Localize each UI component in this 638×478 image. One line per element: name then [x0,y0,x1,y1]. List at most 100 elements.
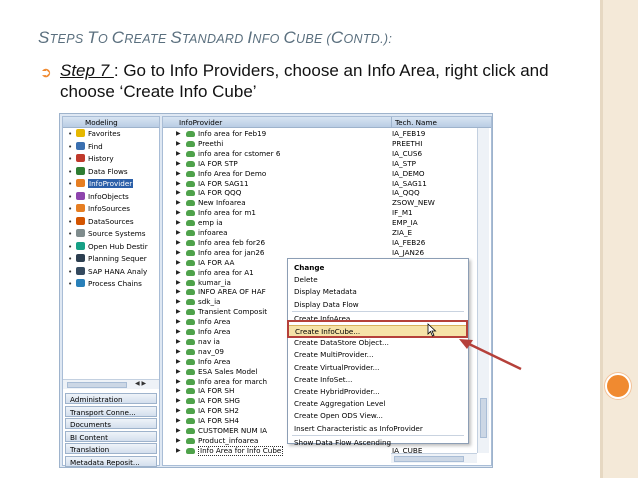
dataflow-icon [76,166,85,175]
tree-vscroll[interactable] [477,128,489,453]
scroll-thumb[interactable] [67,382,127,388]
scroll-thumb[interactable] [394,456,464,462]
modeling-item-datasources[interactable]: • DataSources [63,216,159,229]
tree-row[interactable]: ▶ IA FOR STP IA_STP [163,159,491,169]
expand-arrow-icon[interactable]: ▶ [176,287,181,297]
expand-arrow-icon[interactable]: ▶ [176,208,181,218]
expand-arrow-icon[interactable]: ▶ [176,218,181,228]
tree-row[interactable]: ▶ Info area for jan26 IA_JAN26 [163,248,491,258]
tree-bullet: • [68,141,73,151]
modeling-item-infoprovider[interactable]: • InfoProvider [63,178,159,191]
tree-row[interactable]: ▶ emp ia EMP_IA [163,218,491,228]
tree-row[interactable]: ▶ Info area for m1 IF_M1 [163,208,491,218]
expand-arrow-icon[interactable]: ▶ [176,149,181,159]
expand-arrow-icon[interactable]: ▶ [176,258,181,268]
modeling-item-favorites[interactable]: • Favorites [63,128,159,141]
menu-item-change[interactable]: Change [288,262,468,274]
menu-item-create-datastore-object[interactable]: Create DataStore Object... [288,337,468,349]
tree-row[interactable]: ▶ info area for cstomer 6 IA_CUS6 [163,149,491,159]
step-description: : Go to Info Providers, choose an Info A… [60,61,549,101]
tree-row[interactable]: ▶ Info area for Feb19 IA_FEB19 [163,129,491,139]
tree-row[interactable]: ▶ Preethi PREETHI [163,139,491,149]
nav-button-administration[interactable]: Administration [65,393,157,404]
expand-arrow-icon[interactable]: ▶ [176,169,181,179]
expand-arrow-icon[interactable]: ▶ [176,179,181,189]
expand-arrow-icon[interactable]: ▶ [176,426,181,436]
menu-item-display-data-flow[interactable]: Display Data Flow [288,299,468,311]
expand-arrow-icon[interactable]: ▶ [176,278,181,288]
tree-row[interactable]: ▶ New Infoarea ZSOW_NEW [163,198,491,208]
menu-item-create-hybridprovider[interactable]: Create HybridProvider... [288,386,468,398]
nav-button-documents[interactable]: Documents [65,418,157,429]
expand-arrow-icon[interactable]: ▶ [176,307,181,317]
col-tech-name[interactable]: Tech. Name [391,117,477,128]
expand-arrow-icon[interactable]: ▶ [176,327,181,337]
menu-item-show-data-flow-ascending[interactable]: Show Data Flow Ascending [288,437,468,449]
tech-name: IA_JAN26 [392,247,425,257]
modeling-item-source-systems[interactable]: • Source Systems [63,228,159,241]
expand-arrow-icon[interactable]: ▶ [176,317,181,327]
expand-arrow-icon[interactable]: ▶ [176,396,181,406]
nav-button-bi-content[interactable]: BI Content [65,430,157,442]
nav-button-metadata-reposit[interactable]: Metadata Reposit... [65,455,157,467]
menu-item-create-aggregation-level[interactable]: Create Aggregation Level [288,398,468,410]
scroll-thumb[interactable] [480,398,487,438]
modeling-item-planning-sequer[interactable]: • Planning Sequer [63,253,159,266]
expand-arrow-icon[interactable]: ▶ [176,238,181,248]
title-fragment: ube ( [296,32,331,46]
menu-item-insert-characteristic-as-infoprovider[interactable]: Insert Characteristic as InfoProvider [288,423,468,435]
expand-arrow-icon[interactable]: ▶ [176,188,181,198]
expand-arrow-icon[interactable]: ▶ [176,159,181,169]
expand-arrow-icon[interactable]: ▶ [176,367,181,377]
nav-button-transport-conne[interactable]: Transport Conne... [65,405,157,417]
modeling-item-sap-hana-analy[interactable]: • SAP HANA Analy [63,266,159,279]
modeling-item-infosources[interactable]: • InfoSources [63,203,159,216]
menu-item-display-metadata[interactable]: Display Metadata [288,286,468,298]
tree-row[interactable]: ▶ Info Area for Demo IA_DEMO [163,169,491,179]
col-infoprovider[interactable]: InfoProvider [179,117,222,128]
modeling-item-find[interactable]: • Find [63,141,159,154]
tree-row[interactable]: ▶ infoarea ZIA_E [163,228,491,238]
expand-arrow-icon[interactable]: ▶ [176,357,181,367]
infoarea-name: IA FOR SH [198,386,235,396]
modeling-item-history[interactable]: • History [63,153,159,166]
modeling-header[interactable]: Modeling [63,117,159,128]
modeling-hscroll[interactable]: ◀ ▶ [63,379,159,389]
expand-arrow-icon[interactable]: ▶ [176,337,181,347]
expand-arrow-icon[interactable]: ▶ [176,268,181,278]
expand-arrow-icon[interactable]: ▶ [176,347,181,357]
expand-arrow-icon[interactable]: ▶ [176,377,181,387]
infoarea-icon [186,437,195,444]
slide-title: Steps To Create Standard Info Cube (Cont… [38,28,392,48]
menu-item-create-open-ods-view[interactable]: Create Open ODS View... [288,410,468,422]
modeling-item-process-chains[interactable]: • Process Chains [63,278,159,291]
scroll-arrows[interactable]: ◀ ▶ [135,380,146,387]
tree-row[interactable]: ▶ IA FOR SAG11 IA_SAG11 [163,179,491,189]
tree-row[interactable]: ▶ Info area feb for26 IA_FEB26 [163,238,491,248]
expand-arrow-icon[interactable]: ▶ [176,436,181,446]
menu-item-create-infoset[interactable]: Create InfoSet... [288,374,468,386]
modeling-item-open-hub-destir[interactable]: • Open Hub Destir [63,241,159,254]
expand-arrow-icon[interactable]: ▶ [176,297,181,307]
modeling-item-infoobjects[interactable]: • InfoObjects [63,191,159,204]
menu-item-delete[interactable]: Delete [288,274,468,286]
expand-arrow-icon[interactable]: ▶ [176,248,181,258]
infoarea-icon [186,289,195,296]
tree-bullet: • [68,191,73,201]
expand-arrow-icon[interactable]: ▶ [176,386,181,396]
expand-arrow-icon[interactable]: ▶ [176,198,181,208]
tree-row[interactable]: ▶ IA FOR QQQ IA_QQQ [163,188,491,198]
nav-button-translation[interactable]: Translation [65,443,157,454]
menu-item-create-virtualprovider[interactable]: Create VirtualProvider... [288,362,468,374]
menu-item-create-multiprovider[interactable]: Create MultiProvider... [288,349,468,361]
tree-hscroll[interactable] [391,453,477,463]
title-fragment: reate [124,32,171,46]
expand-arrow-icon[interactable]: ▶ [176,416,181,426]
expand-arrow-icon[interactable]: ▶ [176,228,181,238]
expand-arrow-icon[interactable]: ▶ [176,129,181,139]
title-fragment: nfo [252,32,284,46]
expand-arrow-icon[interactable]: ▶ [176,446,181,456]
expand-arrow-icon[interactable]: ▶ [176,139,181,149]
expand-arrow-icon[interactable]: ▶ [176,406,181,416]
modeling-item-data-flows[interactable]: • Data Flows [63,166,159,179]
